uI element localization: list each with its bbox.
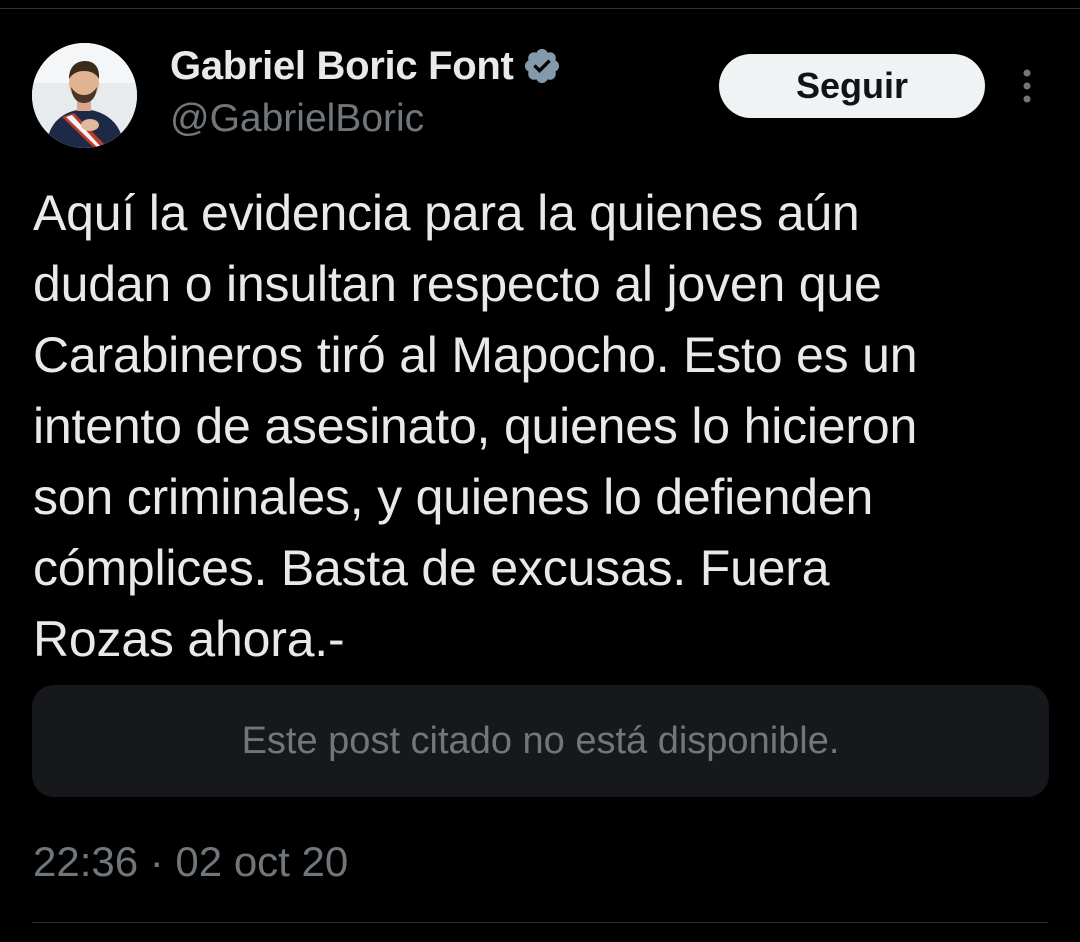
- quoted-post-card[interactable]: Este post citado no está disponible.: [32, 685, 1049, 797]
- top-divider: [0, 0, 1080, 9]
- post-timestamp[interactable]: 22:36 · 02 oct 20: [33, 838, 348, 886]
- more-vertical-icon: [1023, 69, 1031, 103]
- post-text: Aquí la evidencia para la quienes aún du…: [33, 185, 918, 667]
- avatar-photo-icon: [32, 43, 137, 148]
- author-avatar[interactable]: [32, 43, 137, 148]
- author-display-name[interactable]: Gabriel Boric Font: [170, 44, 514, 89]
- quoted-post-unavailable-message: Este post citado no está disponible.: [241, 719, 840, 762]
- bottom-divider: [32, 922, 1048, 923]
- more-options-button[interactable]: [1010, 64, 1044, 108]
- author-name-row[interactable]: Gabriel Boric Font: [170, 42, 562, 90]
- author-handle[interactable]: @GabrielBoric: [170, 97, 424, 141]
- verified-badge-icon[interactable]: [522, 46, 562, 86]
- follow-button[interactable]: Seguir: [719, 54, 985, 118]
